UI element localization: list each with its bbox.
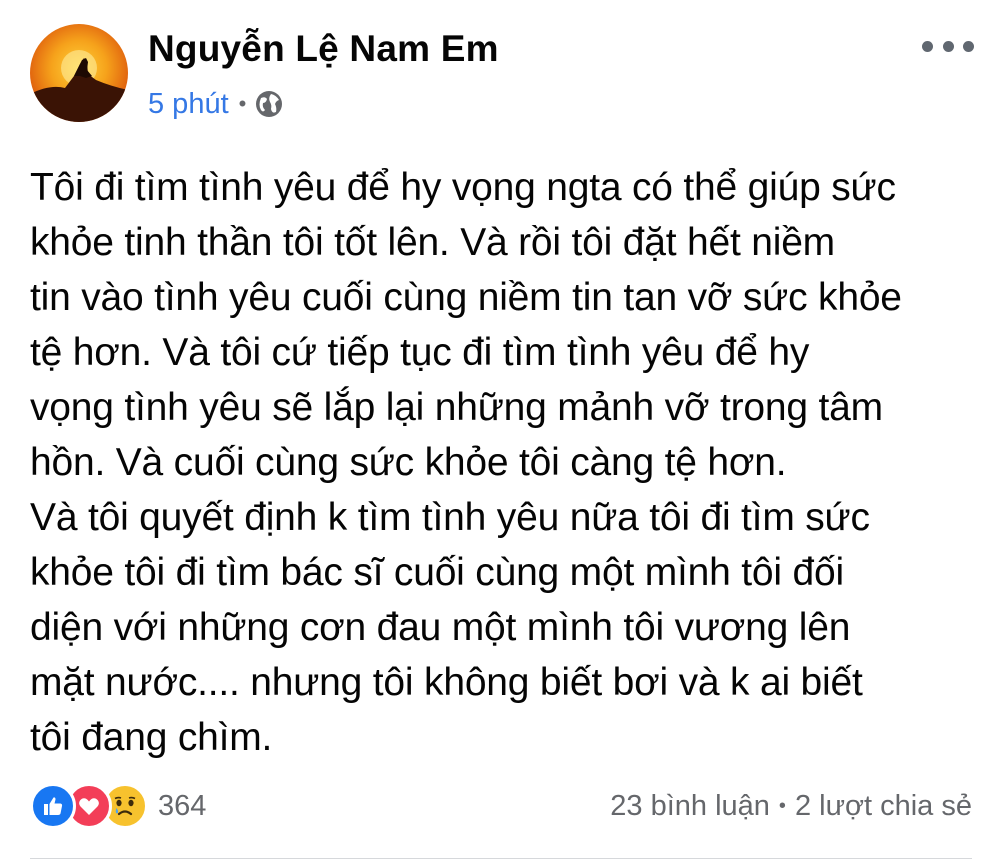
post-footer: 364 23 bình luận • 2 lượt chia sẻ bbox=[30, 783, 972, 829]
more-dot bbox=[922, 40, 933, 52]
post-stats: 23 bình luận • 2 lượt chia sẻ bbox=[610, 783, 972, 829]
post-text: Tôi đi tìm tình yêu để hy vọng ngta có t… bbox=[30, 166, 902, 759]
shares-count[interactable]: 2 lượt chia sẻ bbox=[795, 790, 972, 823]
more-dot bbox=[963, 40, 974, 52]
stats-separator: • bbox=[778, 794, 786, 817]
facebook-post: Nguyễn Lệ Nam Em 5 phút • Tôi đi tìm tìn… bbox=[0, 0, 1000, 863]
reaction-count[interactable]: 364 bbox=[158, 790, 206, 823]
author-avatar[interactable] bbox=[30, 24, 128, 122]
author-name[interactable]: Nguyễn Lệ Nam Em bbox=[148, 28, 499, 70]
meta-separator: • bbox=[238, 91, 247, 116]
more-dot bbox=[942, 40, 954, 52]
footer-divider bbox=[30, 858, 972, 859]
reactions-summary[interactable]: 364 bbox=[30, 783, 206, 829]
post-header: Nguyễn Lệ Nam Em 5 phút • bbox=[30, 24, 980, 124]
globe-icon[interactable] bbox=[254, 89, 284, 119]
more-options-icon[interactable] bbox=[922, 36, 974, 56]
comments-count[interactable]: 23 bình luận bbox=[610, 790, 770, 823]
post-meta: 5 phút • bbox=[148, 86, 284, 122]
post-time[interactable]: 5 phút bbox=[148, 88, 229, 121]
like-icon bbox=[30, 783, 76, 829]
reaction-icons bbox=[30, 783, 148, 829]
